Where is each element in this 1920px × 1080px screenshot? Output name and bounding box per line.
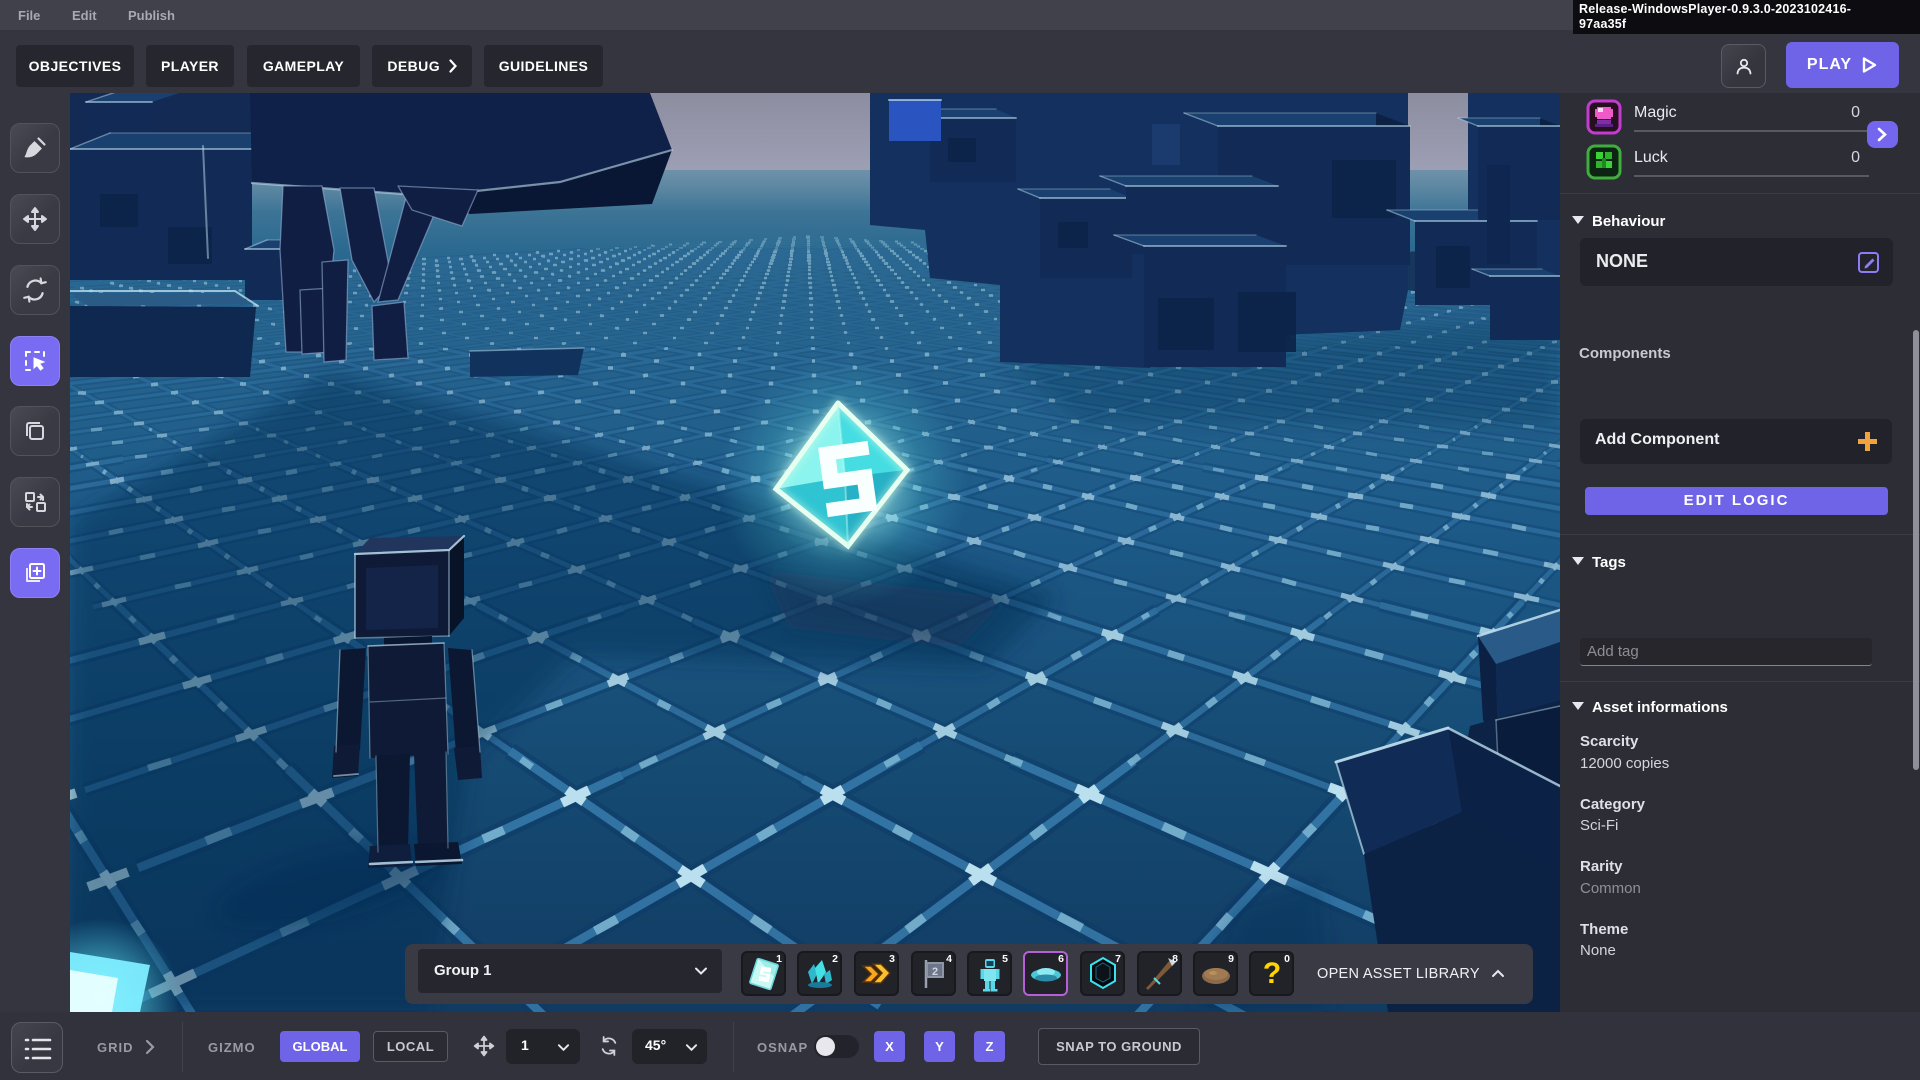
svg-text:?: ? — [1262, 957, 1280, 990]
svg-text:2: 2 — [931, 966, 937, 978]
